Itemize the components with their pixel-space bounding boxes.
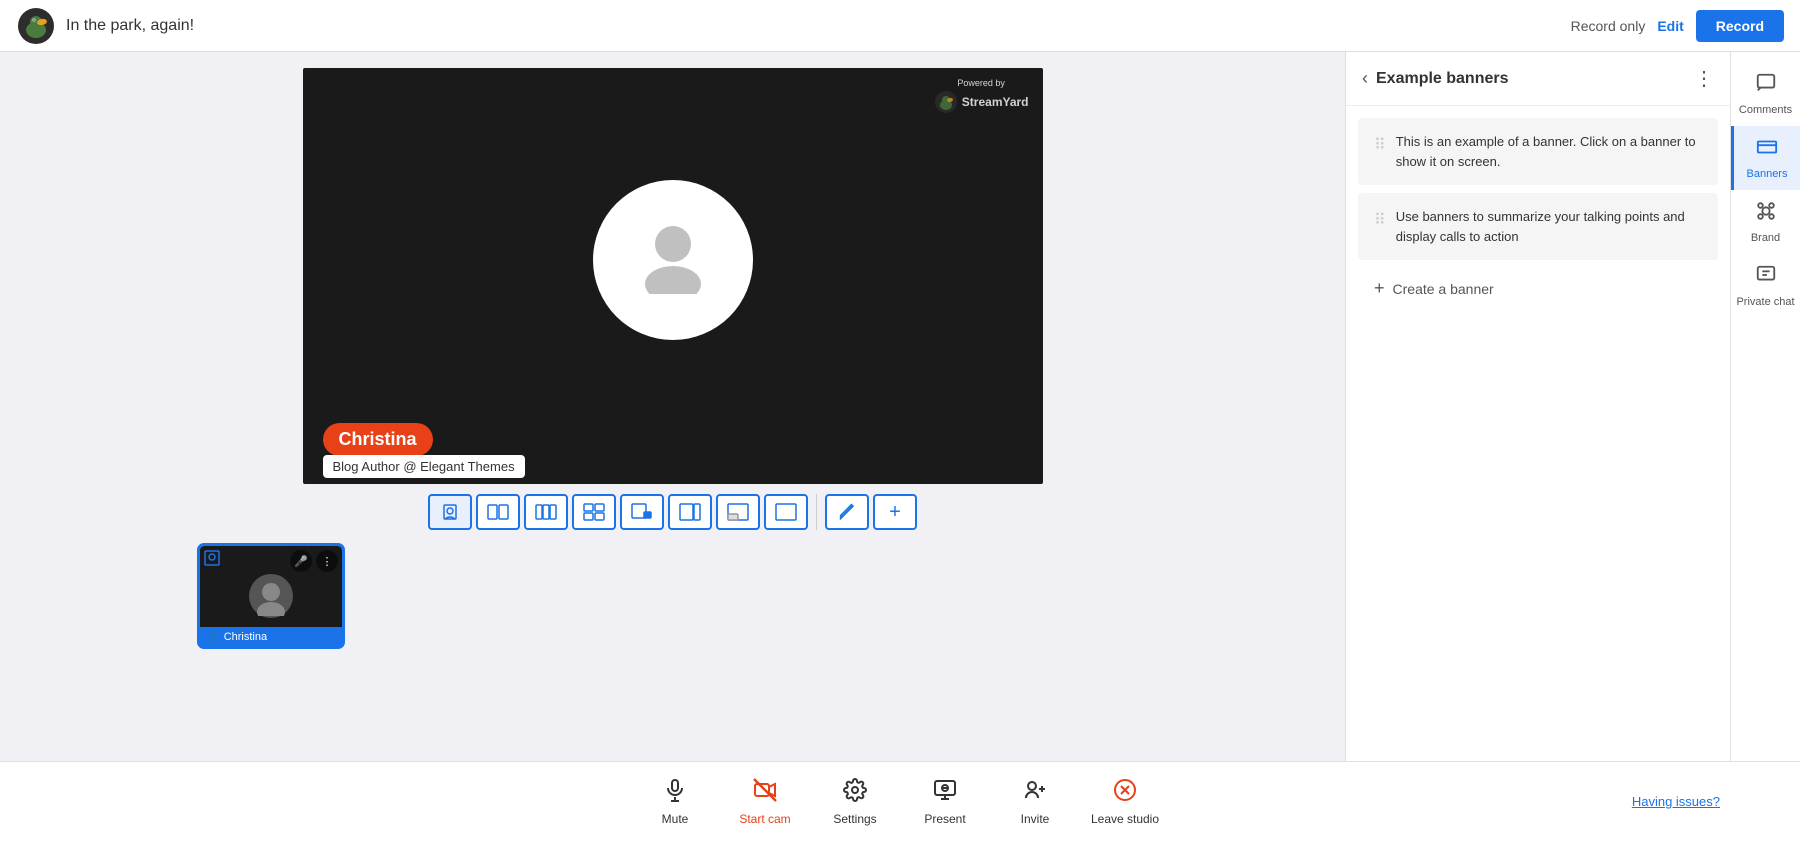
drag-handle-icon: ⠿ [1374,134,1386,158]
bottom-bar: Mute Start cam Settings [0,761,1800,841]
brand-icon [1755,200,1777,228]
far-right-sidebar: Comments Banners Brand [1730,52,1800,761]
banner-text-2: Use banners to summarize your talking po… [1396,207,1702,246]
streamyard-logo: StreamYard [934,90,1029,114]
logo-icon [16,6,56,46]
settings-button[interactable]: Settings [810,767,900,837]
participant-avatar [249,574,293,618]
leave-label: Leave studio [1091,812,1159,826]
brand-label: Brand [1751,232,1780,244]
present-icon [933,778,957,808]
banner-item-1[interactable]: ⠿ This is an example of a banner. Click … [1358,118,1718,185]
leave-button[interactable]: Leave studio [1080,767,1170,837]
avatar-circle [593,180,753,340]
panel-title: Example banners [1376,70,1686,88]
name-badge: Christina [323,423,433,456]
participant-name-icon: 👤 [206,630,220,643]
panel-header: ‹ Example banners ⋮ [1346,52,1730,106]
banner-item-2[interactable]: ⠿ Use banners to summarize your talking … [1358,193,1718,260]
invite-label: Invite [1021,812,1050,826]
participant-layout-icon [204,550,220,571]
layout-add-button[interactable]: + [873,494,917,530]
left-area: Powered by StreamYard [0,52,1345,761]
right-panel: ‹ Example banners ⋮ ⠿ This is an example… [1345,52,1730,761]
streamyard-brand: StreamYard [962,95,1029,109]
drag-handle-icon-2: ⠿ [1374,209,1386,233]
create-banner-label: Create a banner [1393,281,1494,297]
layout-three-button[interactable] [524,494,568,530]
record-button[interactable]: Record [1696,10,1784,42]
panel-content: ⠿ This is an example of a banner. Click … [1346,106,1730,761]
comments-icon [1755,72,1777,100]
participant-mic-button[interactable]: 🎤 [290,550,312,572]
startcam-button[interactable]: Start cam [720,767,810,837]
create-banner-button[interactable]: + Create a banner [1358,268,1718,309]
sidebar-tab-brand[interactable]: Brand [1731,190,1800,254]
layout-sidebyside-button[interactable] [668,494,712,530]
mute-button[interactable]: Mute [630,767,720,837]
sidebar-tab-banners[interactable]: Banners [1731,126,1800,190]
layout-two-button[interactable] [476,494,520,530]
layout-single-button[interactable] [428,494,472,530]
create-banner-plus-icon: + [1374,278,1385,299]
layout-four-button[interactable] [572,494,616,530]
record-only-label: Record only [1571,18,1646,34]
settings-icon [843,778,867,808]
invite-button[interactable]: Invite [990,767,1080,837]
participant-more-button[interactable]: ⋮ [316,550,338,572]
present-button[interactable]: Present [900,767,990,837]
avatar-icon [633,214,713,307]
streamyard-duck-icon [934,90,958,114]
powered-by: Powered by StreamYard [934,78,1029,114]
layout-edit-button[interactable] [825,494,869,530]
layout-divider [816,494,817,530]
participant-card[interactable]: 🎤 ⋮ 👤 Christina [200,546,342,646]
top-bar-left: In the park, again! [16,6,194,46]
startcam-icon [753,778,777,808]
panel-back-button[interactable]: ‹ [1362,68,1368,89]
comments-label: Comments [1739,104,1792,116]
layout-selector: + [428,494,917,530]
settings-label: Settings [833,812,876,826]
mute-label: Mute [662,812,689,826]
having-issues-link[interactable]: Having issues? [1632,794,1720,809]
participant-name: Christina [224,631,267,643]
banners-icon [1756,136,1778,164]
panel-more-button[interactable]: ⋮ [1694,66,1714,91]
participant-name-bar: 👤 Christina [200,627,342,646]
sidebar-tab-comments[interactable]: Comments [1731,62,1800,126]
top-bar-right: Record only Edit Record [1571,10,1784,42]
app-title: In the park, again! [66,17,194,35]
main-content: Powered by StreamYard [0,52,1800,761]
stream-canvas: Powered by StreamYard [303,68,1043,484]
role-badge: Blog Author @ Elegant Themes [323,455,525,478]
banners-label: Banners [1747,168,1788,180]
banner-text-1: This is an example of a banner. Click on… [1396,132,1702,171]
participant-strip: 🎤 ⋮ 👤 Christina [0,546,342,646]
top-bar: In the park, again! Record only Edit Rec… [0,0,1800,52]
layout-blank-button[interactable] [764,494,808,530]
powered-by-text: Powered by [934,78,1029,88]
layout-pip-button[interactable] [620,494,664,530]
participant-action-icons: 🎤 ⋮ [290,550,338,572]
mute-icon [663,778,687,808]
private-chat-label: Private chat [1736,296,1794,308]
startcam-label: Start cam [739,812,790,826]
present-label: Present [924,812,965,826]
layout-lowerthird-button[interactable] [716,494,760,530]
invite-icon [1023,778,1047,808]
sidebar-tab-private-chat[interactable]: Private chat [1731,254,1800,318]
edit-button[interactable]: Edit [1657,18,1683,34]
leave-icon [1113,778,1137,808]
private-chat-icon [1755,264,1777,292]
